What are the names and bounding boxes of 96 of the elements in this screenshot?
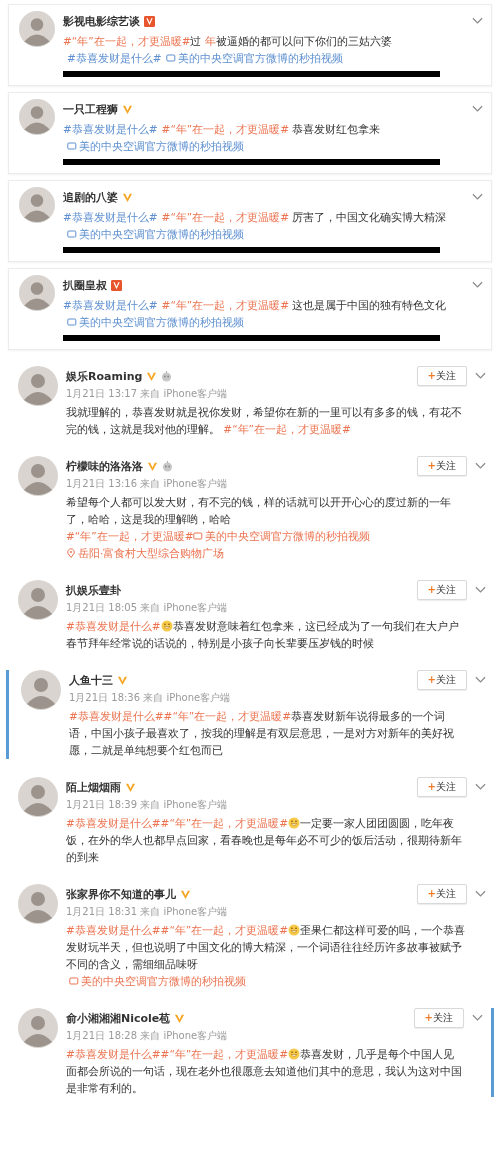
avatar[interactable] (19, 187, 55, 223)
topic-link[interactable]: #“年”在一起，才更温暖# (161, 211, 290, 223)
avatar[interactable] (19, 11, 55, 47)
avatar[interactable] (18, 777, 58, 817)
smiley-icon (288, 924, 301, 936)
user-name[interactable]: 追剧的八婆 (63, 189, 118, 205)
post-text: #恭喜发财是什么# #“年”在一起，才更温暖# 厉害了，中国文化确实博大精深 美的中央空调官方微博的秒拍视频 (63, 210, 448, 242)
smiley-icon (160, 620, 173, 632)
topic-link[interactable]: #“年”在一起，才更温暖# (160, 924, 289, 936)
user-name[interactable]: 扒圈皇叔 (63, 277, 107, 293)
topic-link[interactable]: #“年”在一起，才更温暖# (163, 710, 292, 722)
user-name[interactable]: 一只工程狮 (63, 101, 118, 117)
avatar[interactable] (18, 456, 58, 496)
user-name[interactable]: 人鱼十三 (69, 672, 113, 688)
avatar[interactable] (18, 884, 58, 924)
topic-link[interactable]: #恭喜发财是什么# (63, 299, 158, 311)
post-text: 我就理解的，恭喜发财就是祝你发财，希望你在新的一里可以有多多的钱，有花不完的钱，这就是我对他的理解。 #“年”在一起，才更温暖# (66, 405, 463, 437)
post-text: #恭喜发财是什么##“年”在一起，才更温暖# 恭喜发财，几乎是每个中国人见面都会所说的一句话，现在老外也很愿意去知道他们其中的意思，我认为这对中国是非常有利的。 (66, 1047, 463, 1096)
chevron-down-icon[interactable] (475, 586, 486, 594)
post-meta: 1月21日 18:28 来自 iPhone客户端 (66, 1029, 229, 1043)
topic-link[interactable]: #恭喜发财是什么# (66, 817, 161, 829)
topic-link[interactable]: #“年”在一起，才更温暖# (161, 299, 290, 311)
topic-link[interactable]: #恭喜发财是什么# (66, 1048, 161, 1060)
video-icon (165, 53, 176, 63)
topic-link[interactable]: #恭喜发财是什么# (63, 123, 158, 135)
video-link[interactable]: 美的中央空调官方微博的秒拍视频 (67, 228, 244, 240)
video-icon (67, 141, 77, 151)
follow-button[interactable]: +关注 (416, 456, 467, 476)
post-text: #恭喜发财是什么# #“年”在一起，才更温暖# 恭喜发财红包拿来 美的中央空调官方微博的秒拍视频 (63, 122, 382, 154)
post-text: 希望每个人都可以发大财，有不完的钱，样的话就可以开开心心的度过新的一年了，哈哈，这是我的理解哟，哈哈 #“年”在一起，才更温暖# 美的中央空调官方微博的秒拍视频 岳阳·富食村大型综合购物广场 (66, 495, 452, 561)
follow-button[interactable]: +关注 (416, 366, 467, 386)
video-icon (67, 317, 77, 327)
video-icon (69, 976, 79, 986)
video-link[interactable]: 美的中央空调官方微博的秒拍视频 (165, 52, 343, 64)
location-link[interactable]: 岳阳·富食村大型综合购物广场 (66, 547, 225, 559)
location-pin-icon (66, 548, 76, 558)
post-text: #恭喜发财是什么##“年”在一起，才更温暖# 歪果仁都这样可爱的吗，一个恭喜发财玩半天，但也说明了中国文化的博大精深，一个词语往往经历许多故事被赋予不同的含义，需细细品味呀 美的中央空调官方微博的秒拍视频 (66, 923, 467, 989)
avatar[interactable] (21, 670, 61, 710)
post-meta: 1月21日 18:31 来自 iPhone客户端 (66, 905, 229, 919)
post-meta: 1月21日 18:05 来自 iPhone客户端 (66, 601, 229, 615)
chevron-down-icon[interactable] (475, 783, 486, 791)
topic-link[interactable]: #“年”在一起，才更温暖# (66, 530, 194, 542)
topic-link[interactable]: #“年”在一起，才更温暖# (160, 817, 289, 829)
avatar[interactable] (19, 99, 55, 135)
follow-button[interactable]: +关注 (413, 1008, 464, 1028)
avatar[interactable] (18, 580, 58, 620)
avatar[interactable] (19, 275, 55, 311)
topic-link[interactable]: #恭喜发财是什么# (69, 710, 164, 722)
topic-link[interactable]: #“年”在一起，才更温暖# (223, 423, 351, 435)
chevron-down-icon[interactable] (472, 193, 483, 201)
chevron-down-icon[interactable] (472, 281, 483, 289)
user-name[interactable]: 张家界你不知道的事儿 (66, 886, 176, 902)
post-meta: 1月21日 13:17 来自 iPhone客户端 (66, 387, 229, 401)
follow-button[interactable]: +关注 (416, 670, 467, 690)
post-meta: 1月21日 18:39 来自 iPhone客户端 (66, 798, 229, 812)
video-icon (193, 531, 204, 541)
video-link[interactable]: 美的中央空调官方微博的秒拍视频 (67, 316, 244, 328)
post-meta: 1月21日 18:36 来自 iPhone客户端 (69, 691, 232, 705)
video-link[interactable]: 美的中央空调官方微博的秒拍视频 (193, 530, 371, 542)
follow-button[interactable]: +关注 (416, 580, 467, 600)
user-name[interactable]: 影视电影综艺谈 (63, 13, 140, 29)
post-text: #恭喜发财是什么# 恭喜发财意味着红包拿来，这已经成为了一句我们在大户户春节拜年经常说的话说的，特别是小孩子向长辈要压岁钱的时候 (66, 619, 460, 651)
video-icon (67, 229, 77, 239)
avatar[interactable] (18, 366, 58, 406)
chevron-down-icon[interactable] (475, 462, 486, 470)
user-name[interactable]: 柠檬味的洛洛洛 (66, 458, 143, 474)
user-name[interactable]: 扒娱乐壹卦 (66, 582, 121, 598)
user-name[interactable]: 陌上烟烟雨 (66, 779, 121, 795)
follow-button[interactable]: +关注 (416, 777, 467, 797)
topic-link[interactable]: #恭喜发财是什么# (66, 924, 161, 936)
topic-link[interactable]: #恭喜发财是什么# (66, 620, 161, 632)
post-meta: 1月21日 13:16 来自 iPhone客户端 (66, 477, 229, 491)
follow-button[interactable]: +关注 (416, 884, 467, 904)
post-text: #恭喜发财是什么# #“年”在一起，才更温暖# 这也是属于中国的独有特色文化 美的中央空调官方微博的秒拍视频 (63, 298, 448, 330)
post-text: #恭喜发财是什么##“年”在一起，才更温暖# 一定要一家人团团圆圆，吃年夜饭，在外的华人也都早点回家，看春晚也是每年必不可少的饭后活动，很期待新年的到来 (66, 816, 463, 865)
post-text: #恭喜发财是什么##“年”在一起，才更温暖#恭喜发财新年说得最多的一个词语，中国小孩子最喜欢了，按我的理解是有双层意思，一是对方对新年的美好祝愿，二就是单纯想要个红包而已 (69, 709, 455, 758)
chevron-down-icon[interactable] (472, 17, 483, 25)
video-link[interactable]: 美的中央空调官方微博的秒拍视频 (67, 140, 244, 152)
topic-link[interactable]: #恭喜发财是什么# (63, 211, 158, 223)
smiley-icon (288, 817, 301, 829)
chevron-down-icon[interactable] (472, 105, 483, 113)
topic-link[interactable]: #“年”在一起，才更温暖# (161, 123, 290, 135)
chevron-down-icon[interactable] (475, 372, 486, 380)
topic-link[interactable]: #“年”在一起，才更温暖# (160, 1048, 289, 1060)
video-link[interactable]: 美的中央空调官方微博的秒拍视频 (69, 975, 246, 987)
avatar[interactable] (18, 1008, 58, 1048)
chevron-down-icon[interactable] (472, 1014, 483, 1022)
user-name[interactable]: 娱乐Roaming (66, 368, 143, 384)
user-name[interactable]: 俞小湘湘湘Nicole苞 (66, 1010, 171, 1026)
topic-link[interactable]: 年 (205, 35, 217, 47)
topic-link[interactable]: #恭喜发财是什么# (67, 52, 162, 64)
chevron-down-icon[interactable] (475, 890, 486, 898)
topic-link[interactable]: #“年”在一起，才更温暖# (63, 35, 191, 47)
post-text: #“年”在一起，才更温暖#过 年被逼婚的都可以问下你们的三姑六婆 #恭喜发财是什么# 美的中央空调官方微博的秒拍视频 (63, 34, 394, 66)
smiley-icon (288, 1048, 301, 1060)
chevron-down-icon[interactable] (475, 676, 486, 684)
